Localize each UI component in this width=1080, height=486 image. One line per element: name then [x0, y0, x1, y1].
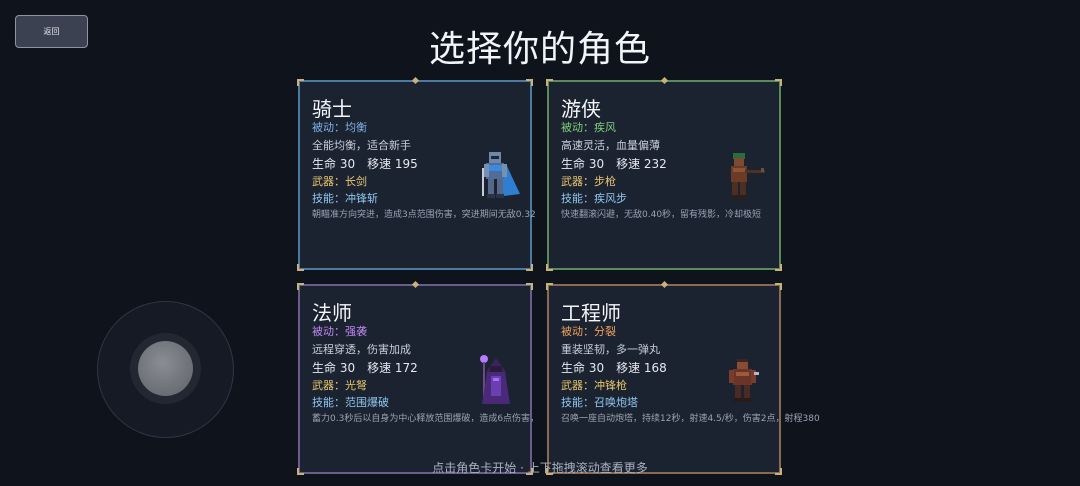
- card-ornament: [411, 280, 420, 289]
- virtual-joystick-knob[interactable]: [138, 341, 193, 396]
- card-corner: [297, 283, 304, 290]
- character-skill-description: 召唤一座自动炮塔，持续12秒，射速4.5/秒，伤害2点，射程380: [561, 414, 820, 424]
- character-stats: 生命 30 移速 172: [312, 361, 418, 375]
- ranger-sprite-icon: [731, 153, 765, 199]
- card-corner: [775, 79, 782, 86]
- hint-text: 点击角色卡开始 · 上下拖拽滚动查看更多: [432, 461, 648, 475]
- card-corner: [775, 283, 782, 290]
- card-corner: [526, 79, 533, 86]
- character-weapon: 武器：长剑: [312, 175, 367, 188]
- card-corner: [297, 79, 304, 86]
- character-skill: 技能：范围爆破: [312, 396, 389, 409]
- character-description: 高速灵活，血量偏薄: [561, 139, 660, 152]
- character-weapon: 武器：光弩: [312, 379, 367, 392]
- character-weapon: 武器：冲锋枪: [561, 379, 627, 392]
- character-skill-description: 蓄力0.3秒后以自身为中心释放范围爆破，造成6点伤害，: [312, 414, 540, 424]
- character-name: 游侠: [561, 97, 601, 121]
- character-description: 重装坚韧，多一弹丸: [561, 343, 660, 356]
- card-corner: [526, 264, 533, 271]
- card-ornament: [660, 76, 669, 85]
- character-passive: 被动：均衡: [312, 121, 367, 134]
- character-card-engineer[interactable]: 工程师 被动：分裂 重装坚韧，多一弹丸 生命 30 移速 168 武器：冲锋枪 …: [546, 280, 820, 475]
- character-passive: 被动：强袭: [312, 325, 367, 338]
- character-passive: 被动：疾风: [561, 121, 616, 134]
- character-skill: 技能：召唤炮塔: [561, 396, 638, 409]
- character-description: 全能均衡，适合新手: [312, 139, 411, 152]
- page-title: 选择你的角色: [428, 29, 651, 70]
- character-card-mage[interactable]: 法师 被动：强袭 远程穿透，伤害加成 生命 30 移速 172 武器：光弩 技能…: [297, 280, 539, 475]
- character-skill-description: 快速翻滚闪避，无敌0.40秒，留有残影，冷却极短: [561, 210, 762, 220]
- character-stats: 生命 30 移速 232: [561, 157, 667, 171]
- character-card-knight[interactable]: 骑士 被动：均衡 全能均衡，适合新手 生命 30 移速 195 武器：长剑 技能…: [297, 76, 536, 271]
- character-weapon: 武器：步枪: [561, 175, 616, 188]
- card-corner: [546, 264, 553, 271]
- character-description: 远程穿透，伤害加成: [312, 343, 411, 356]
- character-skill: 技能：疾风步: [561, 192, 627, 205]
- card-corner: [526, 283, 533, 290]
- knight-sprite-icon: [482, 152, 520, 198]
- character-stats: 生命 30 移速 168: [561, 361, 667, 375]
- character-stats: 生命 30 移速 195: [312, 157, 418, 171]
- character-name: 法师: [312, 301, 352, 325]
- character-card-ranger[interactable]: 游侠 被动：疾风 高速灵活，血量偏薄 生命 30 移速 232 武器：步枪 技能…: [546, 76, 782, 271]
- character-name: 工程师: [561, 301, 621, 325]
- card-corner: [775, 264, 782, 271]
- card-corner: [546, 283, 553, 290]
- mage-sprite-icon: [480, 355, 510, 404]
- character-skill: 技能：冲锋斩: [312, 192, 378, 205]
- card-ornament: [411, 76, 420, 85]
- engineer-sprite-icon: [729, 359, 759, 402]
- card-corner: [297, 264, 304, 271]
- card-ornament: [660, 280, 669, 289]
- character-skill-description: 朝瞄准方向突进，造成3点范围伤害，突进期间无敌0.32: [312, 210, 536, 220]
- card-corner: [546, 79, 553, 86]
- character-passive: 被动：分裂: [561, 325, 616, 338]
- character-name: 骑士: [312, 97, 352, 121]
